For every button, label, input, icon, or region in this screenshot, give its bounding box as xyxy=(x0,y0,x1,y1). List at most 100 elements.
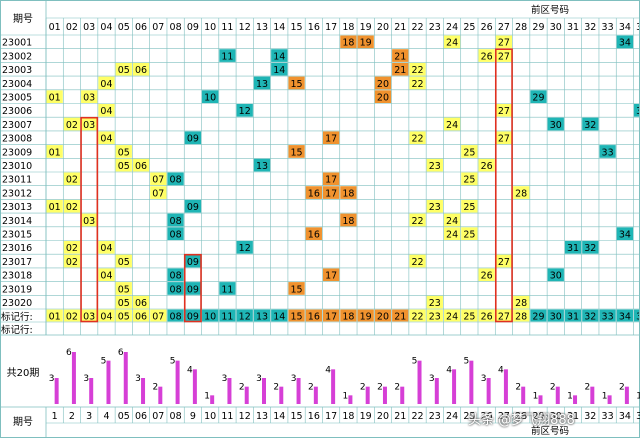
issue-23012: 23012 xyxy=(2,188,32,199)
count-bar-15 xyxy=(296,378,301,404)
column-header-31: 31 xyxy=(567,22,579,33)
footer-tick-22: 22 xyxy=(411,411,423,422)
mark-number: 20 xyxy=(377,312,389,323)
cell-number: 24 xyxy=(446,120,458,131)
column-header-18: 18 xyxy=(342,22,354,33)
count-value-20: 2 xyxy=(377,383,383,393)
cell-number: 18 xyxy=(342,188,354,199)
mark-number: 29 xyxy=(532,312,544,323)
mark-number: 01 xyxy=(49,312,61,323)
mark-number: 07 xyxy=(152,312,164,323)
cell-number: 12 xyxy=(239,106,251,117)
cell-number: 26 xyxy=(481,161,493,172)
column-header-22: 22 xyxy=(411,22,423,33)
cell-number: 30 xyxy=(550,271,562,282)
cell-number: 04 xyxy=(100,243,112,254)
cell-number: 06 xyxy=(135,298,147,309)
cell-number: 29 xyxy=(532,93,544,104)
mark-number: 26 xyxy=(481,312,493,323)
watermark: 头条 @梦飞翔888 xyxy=(468,413,575,428)
footer-tick-05: 05 xyxy=(118,411,130,422)
cell-number: 21 xyxy=(394,65,406,76)
cell-number: 31 xyxy=(567,243,579,254)
count-bar-06 xyxy=(141,378,146,404)
cell-number: 02 xyxy=(66,120,78,131)
count-bar-04 xyxy=(106,360,111,404)
cell-number: 27 xyxy=(498,106,510,117)
cell-number: 17 xyxy=(325,175,337,186)
column-header-07: 07 xyxy=(152,22,164,33)
mark-number: 19 xyxy=(360,312,372,323)
cell-number: 23 xyxy=(429,202,441,213)
count-value-16: 2 xyxy=(308,383,314,393)
count-value-02: 6 xyxy=(66,348,72,358)
issue-23019: 23019 xyxy=(2,284,32,295)
column-header-26: 26 xyxy=(481,22,493,33)
footer-tick-17: 17 xyxy=(325,411,337,422)
cell-number: 11 xyxy=(221,284,233,295)
cell-number: 27 xyxy=(498,38,510,49)
issue-23010: 23010 xyxy=(2,161,32,172)
column-header-20: 20 xyxy=(377,22,389,33)
issue-23002: 23002 xyxy=(2,51,32,62)
count-value-25: 5 xyxy=(463,357,469,367)
cell-number: 18 xyxy=(342,38,354,49)
mark-number: 23 xyxy=(429,312,441,323)
cell-number: 08 xyxy=(170,271,182,282)
footer-tick-07: 07 xyxy=(152,411,164,422)
footer-tick-02: 2 xyxy=(69,411,75,422)
cell-number: 32 xyxy=(584,120,596,131)
count-value-32: 2 xyxy=(584,383,590,393)
column-header-27: 27 xyxy=(498,22,510,33)
mark-row-label-1: 标记行: xyxy=(1,311,33,323)
column-header-15: 15 xyxy=(291,22,303,33)
cell-number: 34 xyxy=(619,38,631,49)
count-bar-34 xyxy=(624,386,629,404)
column-header-32: 32 xyxy=(584,22,596,33)
cell-number: 04 xyxy=(100,271,112,282)
cell-number: 25 xyxy=(463,230,475,241)
mark-number: 34 xyxy=(619,312,631,323)
issue-23001: 23001 xyxy=(2,38,32,49)
column-header-09: 09 xyxy=(187,22,199,33)
count-bar-05 xyxy=(123,352,128,404)
count-bar-32 xyxy=(590,386,595,404)
cell-number: 33 xyxy=(602,147,614,158)
column-header-03: 03 xyxy=(83,22,95,33)
cell-number: 14 xyxy=(273,51,285,62)
mark-number: 33 xyxy=(602,312,614,323)
mark-number: 28 xyxy=(515,312,527,323)
cell-number: 32 xyxy=(584,243,596,254)
count-value-18: 1 xyxy=(343,391,349,401)
footer-tick-04: 4 xyxy=(103,411,109,422)
cell-number: 26 xyxy=(481,51,493,62)
column-header-17: 17 xyxy=(325,22,337,33)
count-bar-25 xyxy=(469,360,474,404)
cell-number: 04 xyxy=(100,79,112,90)
count-label: 共20期 xyxy=(7,367,40,379)
column-header-28: 28 xyxy=(515,22,527,33)
count-value-01: 3 xyxy=(49,374,55,384)
issue-23008: 23008 xyxy=(2,134,32,145)
count-value-07: 2 xyxy=(152,383,158,393)
cell-number: 25 xyxy=(463,202,475,213)
cell-number: 30 xyxy=(550,120,562,131)
cell-number: 24 xyxy=(446,38,458,49)
column-header-33: 33 xyxy=(602,22,614,33)
count-bar-01 xyxy=(54,378,59,404)
cell-number: 17 xyxy=(325,134,337,145)
cell-number: 02 xyxy=(66,257,78,268)
count-bar-14 xyxy=(279,386,284,404)
issue-23018: 23018 xyxy=(2,271,32,282)
count-bar-09 xyxy=(192,369,197,404)
footer-tick-13: 13 xyxy=(256,411,268,422)
count-bar-26 xyxy=(486,378,491,404)
cell-number: 08 xyxy=(170,284,182,295)
count-value-22: 5 xyxy=(412,357,418,367)
count-value-30: 2 xyxy=(550,383,556,393)
footer-tick-21: 21 xyxy=(394,411,406,422)
cell-number: 26 xyxy=(481,271,493,282)
cell-number: 02 xyxy=(66,243,78,254)
count-value-17: 4 xyxy=(325,365,331,375)
footer-tick-12: 12 xyxy=(239,411,251,422)
